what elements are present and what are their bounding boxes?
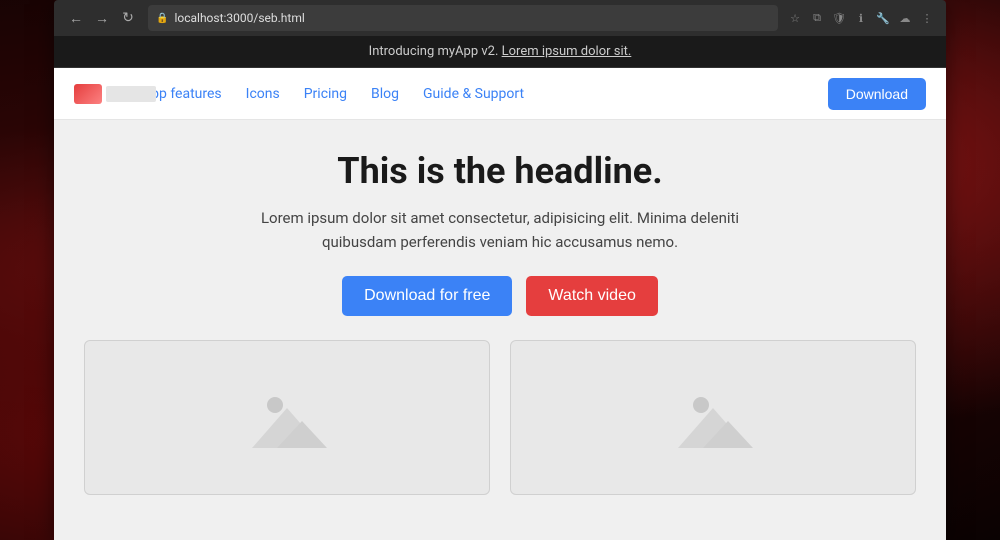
nav-pricing[interactable]: Pricing [304, 86, 347, 102]
extension-icon[interactable]: 🔧 [874, 9, 892, 27]
nav-links: App features Icons Pricing Blog Guide & … [142, 86, 828, 102]
info-icon[interactable]: ℹ [852, 9, 870, 27]
browser-window: ← → ↻ 🔒 localhost:3000/seb.html ☆ ⧉ 🛡 ℹ … [54, 0, 946, 540]
browser-toolbar: ← → ↻ 🔒 localhost:3000/seb.html ☆ ⧉ 🛡 ℹ … [54, 0, 946, 36]
announcement-bar: Introducing myApp v2. Lorem ipsum dolor … [54, 36, 946, 68]
nav-blog[interactable]: Blog [371, 86, 399, 102]
nav-icons[interactable]: Icons [246, 86, 280, 102]
star-icon[interactable]: ☆ [786, 9, 804, 27]
browser-icons: ☆ ⧉ 🛡 ℹ 🔧 ☁ ⋮ [786, 9, 936, 27]
image-row [74, 340, 926, 495]
sync-icon[interactable]: ☁ [896, 9, 914, 27]
nav-guide-support[interactable]: Guide & Support [423, 86, 524, 102]
placeholder-image-icon-2 [673, 383, 753, 453]
reload-button[interactable]: ↻ [116, 6, 140, 30]
hero-buttons: Download for free Watch video [342, 276, 658, 316]
placeholder-image-icon-1 [247, 383, 327, 453]
lock-icon: 🔒 [156, 13, 168, 24]
watch-video-button[interactable]: Watch video [526, 276, 657, 316]
announcement-intro: Introducing myApp v2. [369, 44, 499, 59]
website-content: Introducing myApp v2. Lorem ipsum dolor … [54, 36, 946, 540]
download-free-button[interactable]: Download for free [342, 276, 512, 316]
announcement-link[interactable]: Lorem ipsum dolor sit. [502, 44, 632, 59]
image-placeholder-1 [84, 340, 490, 495]
logo-icon [74, 84, 102, 104]
shield-icon[interactable]: 🛡 [830, 9, 848, 27]
image-placeholder-2 [510, 340, 916, 495]
nav-buttons: ← → ↻ [64, 6, 140, 30]
menu-icon[interactable]: ⋮ [918, 9, 936, 27]
navbar: App features Icons Pricing Blog Guide & … [54, 68, 946, 120]
url-text: localhost:3000/seb.html [174, 11, 304, 25]
logo [74, 84, 102, 104]
hero-section: This is the headline. Lorem ipsum dolor … [54, 120, 946, 540]
forward-button[interactable]: → [90, 6, 114, 30]
hero-subtext: Lorem ipsum dolor sit amet consectetur, … [230, 206, 770, 254]
navbar-download-button[interactable]: Download [828, 78, 926, 110]
hero-headline: This is the headline. [337, 150, 662, 192]
address-bar[interactable]: 🔒 localhost:3000/seb.html [148, 5, 778, 31]
back-button[interactable]: ← [64, 6, 88, 30]
layers-icon[interactable]: ⧉ [808, 9, 826, 27]
